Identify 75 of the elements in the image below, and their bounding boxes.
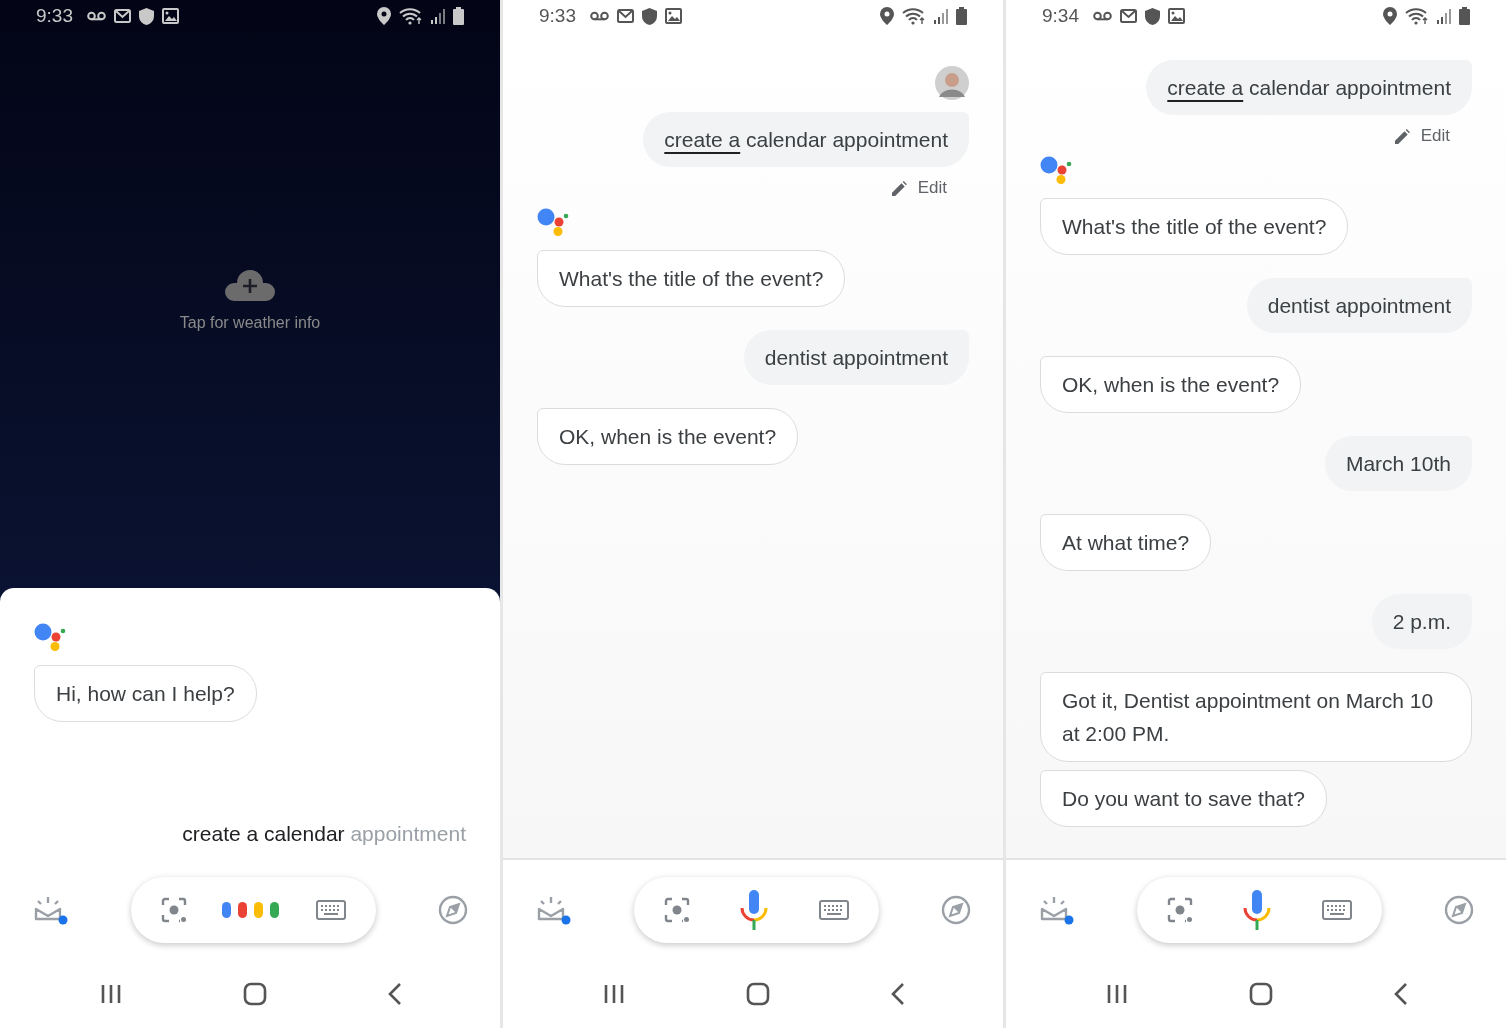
status-time: 9:33 [539,5,576,27]
wifi-icon [1405,7,1429,25]
location-icon [880,7,894,25]
user-message: create a calendar appointment [1146,60,1472,115]
mail-icon [1120,9,1137,23]
shield-icon [1145,7,1160,25]
home-icon[interactable] [1249,982,1273,1006]
assistant-logo-icon [34,623,66,651]
keyboard-icon[interactable] [818,900,849,920]
keyboard-icon[interactable] [1321,900,1352,920]
recents-icon[interactable] [603,984,625,1004]
edit-button[interactable]: Edit [1394,126,1450,146]
back-icon[interactable] [1394,983,1408,1005]
signal-icon [1437,8,1451,24]
recents-icon[interactable] [1106,984,1128,1004]
assistant-message: Hi, how can I help? [34,665,257,722]
battery-icon [453,7,464,25]
query-text: create a calendar appointment [182,822,467,847]
assistant-message: At what time? [1040,514,1212,571]
voicemail-icon [1093,11,1112,21]
home-icon[interactable] [243,982,267,1006]
wifi-icon [902,7,926,25]
status-time: 9:34 [1042,5,1079,27]
user-message: create a calendar appointment [643,112,969,167]
compass-icon[interactable] [941,895,971,925]
compass-icon[interactable] [1444,895,1474,925]
image-icon [665,8,682,24]
signal-icon [431,8,445,24]
voicemail-icon [590,11,609,21]
status-time: 9:33 [36,5,73,27]
listening-dots-icon[interactable] [222,902,280,918]
shield-icon [642,7,657,25]
mail-icon [617,9,634,23]
assistant-message: OK, when is the event? [1040,356,1302,413]
updates-icon[interactable] [1040,895,1074,925]
cloud-icon[interactable] [224,270,276,302]
user-message: dentist appointment [743,330,969,385]
compass-icon[interactable] [438,895,468,925]
location-icon [377,7,391,25]
weather-link[interactable]: Tap for weather info [179,314,321,332]
assistant-message: Do you want to save that? [1040,770,1327,827]
user-message: 2 p.m. [1371,594,1472,649]
assistant-message: What's the title of the event? [1040,198,1349,255]
lens-icon[interactable] [1166,897,1193,923]
shield-icon [139,7,154,25]
assistant-message: Got it, Dentist appointment on March 10 at 2:00 PM. [1040,672,1472,762]
location-icon [1383,7,1397,25]
mic-icon[interactable] [1242,890,1272,930]
home-icon[interactable] [746,982,770,1006]
user-message: March 10th [1324,436,1472,491]
lens-icon[interactable] [663,897,690,923]
assistant-message: What's the title of the event? [537,250,846,307]
updates-icon[interactable] [34,895,68,925]
updates-icon[interactable] [537,895,571,925]
image-icon [162,8,179,24]
edit-button[interactable]: Edit [891,178,947,198]
battery-icon [956,7,967,25]
image-icon [1168,8,1185,24]
mic-icon[interactable] [739,890,769,930]
back-icon[interactable] [891,983,905,1005]
signal-icon [934,8,948,24]
lens-icon[interactable] [160,897,187,923]
pencil-icon [1394,128,1410,144]
assistant-logo-icon [1040,156,1072,184]
user-message: dentist appointment [1246,278,1472,333]
assistant-message: OK, when is the event? [537,408,799,465]
mail-icon [114,9,131,23]
back-icon[interactable] [388,983,402,1005]
pencil-icon [891,180,907,196]
battery-icon [1459,7,1470,25]
assistant-logo-icon [537,208,569,236]
keyboard-icon[interactable] [315,900,346,920]
recents-icon[interactable] [100,984,122,1004]
wifi-icon [399,7,423,25]
voicemail-icon [87,11,106,21]
